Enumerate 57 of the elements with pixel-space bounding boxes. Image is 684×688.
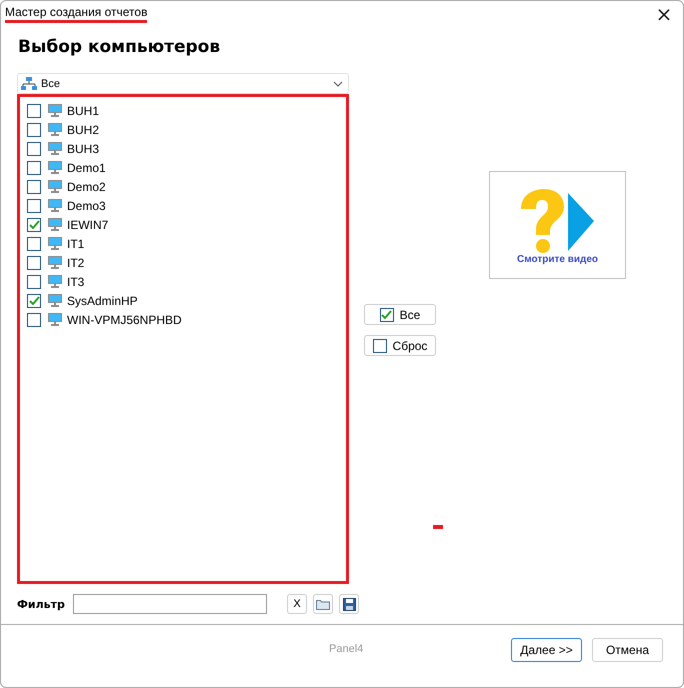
checkbox[interactable] bbox=[27, 274, 41, 288]
page-heading: Выбор компьютеров bbox=[18, 37, 222, 59]
computer-name[interactable]: BUH3 bbox=[67, 142, 100, 156]
checkbox[interactable] bbox=[27, 198, 41, 212]
monitor-icon bbox=[48, 275, 62, 288]
filter-field[interactable] bbox=[73, 594, 267, 614]
monitor-icon bbox=[48, 313, 62, 326]
computer-name[interactable]: BUH1 bbox=[67, 104, 100, 118]
monitor-icon bbox=[48, 218, 62, 231]
computer-name[interactable]: IEWIN7 bbox=[67, 218, 108, 232]
computer-name[interactable]: BUH2 bbox=[67, 122, 100, 136]
computer-name[interactable]: IT2 bbox=[67, 256, 84, 270]
checkbox[interactable] bbox=[380, 308, 394, 322]
checkbox[interactable] bbox=[372, 338, 387, 352]
group-dropdown[interactable]: Все bbox=[17, 73, 349, 94]
reset-button[interactable]: Сброс bbox=[364, 335, 436, 356]
filter-label: Фильтр bbox=[17, 598, 66, 610]
select-all-button[interactable]: Все bbox=[364, 304, 436, 325]
computer-name[interactable]: IT1 bbox=[67, 236, 84, 250]
monitor-icon bbox=[48, 294, 62, 307]
checkbox[interactable] bbox=[27, 160, 41, 174]
computer-name[interactable]: WIN-VPMJ56NPHBD bbox=[67, 312, 182, 326]
monitor-icon bbox=[48, 256, 62, 269]
annotation-mark bbox=[433, 525, 443, 529]
checkbox[interactable] bbox=[27, 142, 41, 156]
network-icon bbox=[21, 76, 37, 90]
checkbox[interactable] bbox=[27, 312, 41, 326]
monitor-icon bbox=[48, 180, 62, 193]
checkbox[interactable] bbox=[27, 122, 41, 136]
monitor-icon bbox=[48, 142, 62, 155]
window-title: Мастер создания отчетов bbox=[5, 5, 148, 23]
checkbox[interactable] bbox=[27, 104, 41, 118]
checkbox[interactable] bbox=[27, 180, 41, 194]
computer-name[interactable]: Demo3 bbox=[67, 198, 106, 212]
panel-label: Panel4 bbox=[329, 643, 364, 655]
monitor-icon bbox=[48, 104, 62, 117]
computer-name[interactable]: Demo2 bbox=[67, 180, 106, 194]
computer-name[interactable]: Demo1 bbox=[67, 160, 106, 174]
computer-name[interactable]: IT3 bbox=[67, 274, 84, 288]
cancel-button[interactable]: Отмена bbox=[592, 638, 663, 662]
monitor-icon bbox=[48, 237, 62, 250]
checkbox[interactable] bbox=[27, 218, 41, 232]
monitor-icon bbox=[48, 161, 62, 174]
checkbox[interactable] bbox=[27, 256, 41, 270]
close-button[interactable]: × bbox=[647, 1, 681, 27]
save-button[interactable] bbox=[339, 594, 359, 614]
monitor-icon bbox=[48, 199, 62, 212]
checkbox[interactable] bbox=[27, 294, 41, 308]
next-button[interactable]: Далее >> bbox=[511, 638, 582, 662]
monitor-icon bbox=[48, 123, 62, 136]
chevron-down-icon bbox=[333, 80, 343, 86]
clear-filter-button[interactable]: X bbox=[287, 594, 307, 614]
video-link[interactable]: Смотрите видео bbox=[489, 171, 626, 279]
open-button[interactable] bbox=[313, 594, 333, 614]
checkbox[interactable] bbox=[27, 236, 41, 250]
computer-name[interactable]: SysAdminHP bbox=[67, 294, 138, 308]
folder-icon bbox=[316, 598, 330, 610]
